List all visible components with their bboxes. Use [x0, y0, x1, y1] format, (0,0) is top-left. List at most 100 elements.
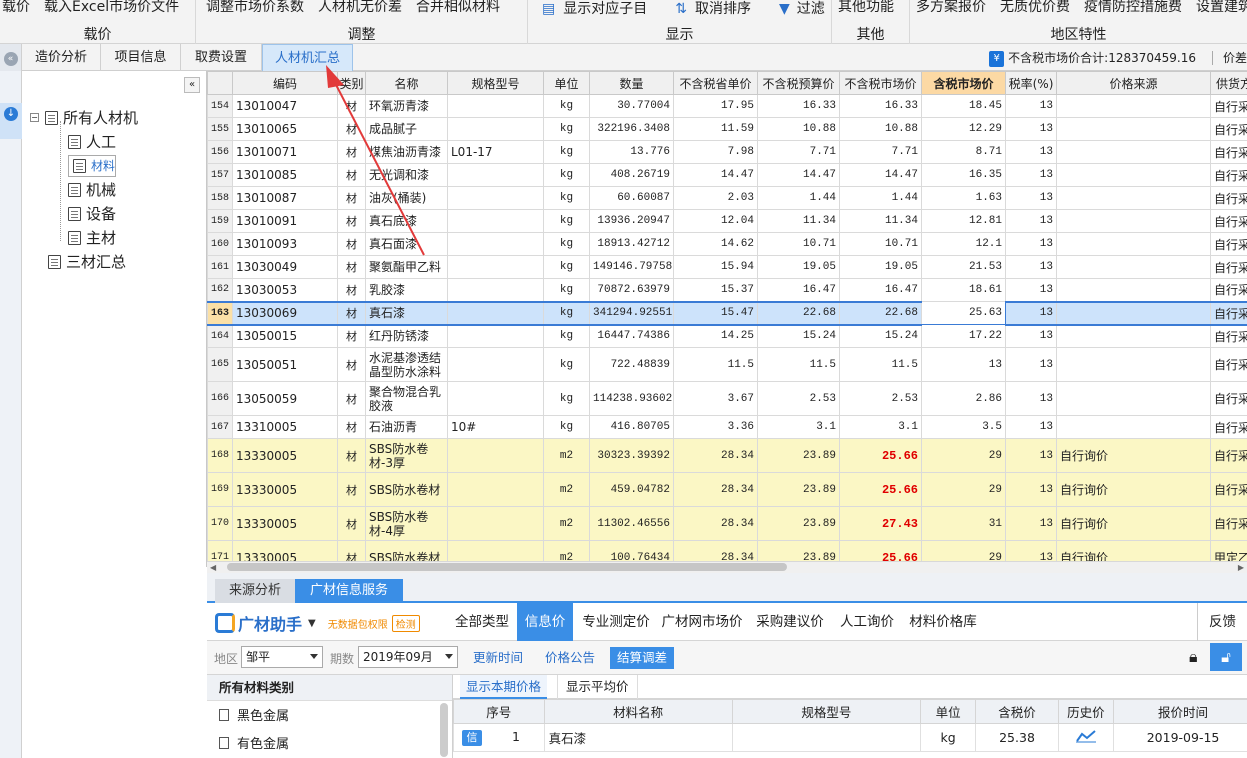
row-number-cell[interactable]: 171 — [207, 540, 233, 561]
prov-price-cell[interactable]: 15.37 — [673, 278, 758, 302]
price-source-cell[interactable] — [1056, 163, 1211, 187]
price-source-cell[interactable] — [1056, 324, 1211, 348]
nav-price-library[interactable]: 材料价格库 — [905, 603, 981, 641]
row-number-cell[interactable]: 168 — [207, 438, 233, 473]
taxed-market-cell[interactable]: 21.53 — [921, 255, 1006, 279]
budget-price-cell[interactable]: 16.33 — [757, 94, 840, 118]
type-cell[interactable]: 材 — [337, 140, 366, 164]
budget-price-cell[interactable]: 11.34 — [757, 209, 840, 233]
spec-cell[interactable] — [447, 438, 544, 473]
name-cell[interactable]: 煤焦油沥青漆 — [365, 140, 448, 164]
tax-rate-cell[interactable]: 13 — [1005, 347, 1057, 382]
market-price-cell[interactable]: 10.88 — [839, 117, 922, 141]
nav-purchase-price[interactable]: 采购建议价 — [752, 603, 828, 641]
supply-cell[interactable]: 自行采 — [1210, 163, 1247, 187]
budget-price-cell[interactable]: 15.24 — [757, 324, 840, 348]
set-building-button[interactable]: 设置建筑 — [1194, 0, 1247, 14]
supply-cell[interactable]: 自行采 — [1210, 300, 1247, 326]
header-cell[interactable]: 不含税省单价 — [673, 71, 758, 95]
taxed-market-cell[interactable]: 16.35 — [921, 163, 1006, 187]
qty-cell[interactable]: 408.26719 — [589, 163, 674, 187]
header-cell[interactable]: 名称 — [365, 71, 448, 95]
price-source-cell[interactable] — [1056, 140, 1211, 164]
budget-price-cell[interactable]: 11.5 — [757, 347, 840, 382]
unit-cell[interactable]: kg — [543, 94, 590, 118]
taxed-market-cell[interactable]: 8.71 — [921, 140, 1006, 164]
prov-price-cell[interactable]: 11.59 — [673, 117, 758, 141]
budget-price-cell[interactable]: 23.89 — [757, 472, 840, 507]
table-row[interactable]: 166 13050059 材聚合物混合乳胶液 kg 114238.93602 3.67 2.… — [207, 381, 1247, 416]
qty-cell[interactable]: 722.48839 — [589, 347, 674, 382]
tax-rate-cell[interactable]: 13 — [1005, 209, 1057, 233]
type-cell[interactable]: 材 — [337, 506, 366, 541]
tree-item-equipment[interactable]: 设备 — [68, 203, 116, 224]
tab-gc-service[interactable]: 广材信息服务 — [295, 579, 403, 603]
type-cell[interactable]: 材 — [337, 300, 366, 326]
price-source-cell[interactable]: 自行询价 — [1056, 506, 1211, 541]
qty-cell[interactable]: 60.60087 — [589, 186, 674, 210]
code-cell[interactable]: 13010071 — [232, 140, 338, 164]
code-cell[interactable]: 13330005 — [232, 472, 338, 507]
spec-cell[interactable]: 10# — [447, 415, 544, 439]
type-cell[interactable]: 材 — [337, 438, 366, 473]
taxed-market-cell[interactable]: 29 — [921, 438, 1006, 473]
market-price-cell[interactable]: 11.5 — [839, 347, 922, 382]
history-price-cell[interactable] — [1057, 723, 1115, 752]
unit-cell[interactable]: kg — [543, 163, 590, 187]
market-price-cell[interactable]: 10.71 — [839, 232, 922, 256]
price-source-cell[interactable] — [1056, 209, 1211, 233]
spec-cell[interactable] — [447, 209, 544, 233]
budget-price-cell[interactable]: 10.71 — [757, 232, 840, 256]
load-excel-button[interactable]: 载入Excel市场价文件 — [42, 0, 181, 14]
supply-cell[interactable]: 自行采 — [1210, 232, 1247, 256]
lock-icon[interactable]: 🔒︎ — [1189, 647, 1198, 667]
spec-cell[interactable] — [447, 278, 544, 302]
price-source-cell[interactable] — [1056, 278, 1211, 302]
collapse-tree-button[interactable]: « — [184, 77, 200, 93]
qty-cell[interactable]: 459.04782 — [589, 472, 674, 507]
name-cell[interactable]: SBS防水卷材 — [365, 472, 448, 507]
tax-rate-cell[interactable]: 13 — [1005, 300, 1057, 326]
supply-cell[interactable]: 自行采 — [1210, 472, 1247, 507]
tax-rate-cell[interactable]: 13 — [1005, 540, 1057, 561]
type-cell[interactable]: 材 — [337, 209, 366, 233]
spec-cell[interactable] — [447, 94, 544, 118]
name-cell[interactable]: SBS防水卷材 — [365, 540, 448, 561]
unit-cell[interactable]: m2 — [543, 506, 590, 541]
code-cell[interactable]: 13050051 — [232, 347, 338, 382]
market-price-cell[interactable]: 1.44 — [839, 186, 922, 210]
nav-all-types[interactable]: 全部类型 — [450, 603, 514, 641]
qty-cell[interactable]: 30.77004 — [589, 94, 674, 118]
qty-cell[interactable]: 11302.46556 — [589, 506, 674, 541]
tax-rate-cell[interactable]: 13 — [1005, 415, 1057, 439]
tab-current-price[interactable]: 显示本期价格 — [460, 675, 548, 699]
supply-cell[interactable]: 自行采 — [1210, 324, 1247, 348]
code-cell[interactable]: 13330005 — [232, 506, 338, 541]
type-cell[interactable]: 材 — [337, 255, 366, 279]
header-cell[interactable] — [207, 71, 233, 95]
feedback-button[interactable]: 反馈 — [1197, 603, 1247, 641]
budget-price-cell[interactable]: 3.1 — [757, 415, 840, 439]
other-functions-button[interactable]: 其他功能 — [836, 0, 896, 14]
tax-rate-cell[interactable]: 13 — [1005, 278, 1057, 302]
spec-cell[interactable]: L01-17 — [447, 140, 544, 164]
expand-icon[interactable]: − — [30, 113, 39, 122]
budget-price-cell[interactable]: 1.44 — [757, 186, 840, 210]
qty-cell[interactable]: 16447.74386 — [589, 324, 674, 348]
strip-item-selected[interactable]: ↓ — [0, 103, 22, 139]
row-number-cell[interactable]: 157 — [207, 163, 233, 187]
prov-price-cell[interactable]: 15.94 — [673, 255, 758, 279]
prov-price-cell[interactable]: 11.5 — [673, 347, 758, 382]
supply-cell[interactable]: 自行采 — [1210, 140, 1247, 164]
type-cell[interactable]: 材 — [337, 347, 366, 382]
table-row[interactable]: 158 13010087 材油灰(桶装) kg 60.60087 2.03 1.44 1.44… — [207, 186, 1247, 210]
code-cell[interactable]: 13310005 — [232, 415, 338, 439]
taxed-market-cell[interactable]: 18.61 — [921, 278, 1006, 302]
supply-cell[interactable]: 自行采 — [1210, 438, 1247, 473]
header-cell[interactable]: 税率(%) — [1005, 71, 1057, 95]
budget-price-cell[interactable]: 23.89 — [757, 506, 840, 541]
spec-cell[interactable] — [447, 232, 544, 256]
spec-cell[interactable] — [447, 163, 544, 187]
taxed-market-cell[interactable]: 18.45 — [921, 94, 1006, 118]
market-price-cell[interactable]: 7.71 — [839, 140, 922, 164]
